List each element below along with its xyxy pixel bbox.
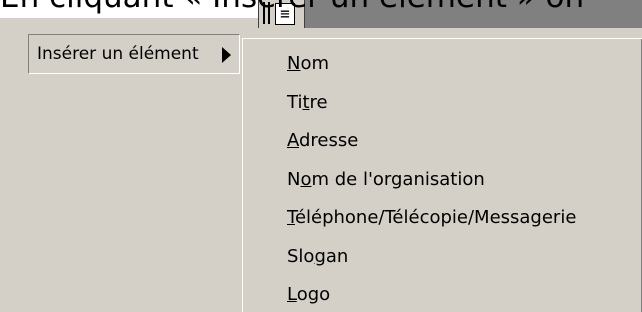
submenu-item[interactable]: Logo — [287, 276, 576, 312]
submenu-item[interactable]: Nom — [287, 45, 576, 84]
menu-item-label: Insérer un élément — [37, 44, 199, 64]
screen: ≡ En cliquant « Insérer un élément » on … — [0, 0, 642, 312]
submenu-item[interactable]: Nom de l'organisation — [287, 161, 576, 200]
document-text: En cliquant « Insérer un élément » on — [0, 0, 642, 14]
submenu-arrow-icon — [222, 47, 231, 63]
insert-element-submenu: Nom Titre Adresse Nom de l'organisation Télé… — [242, 38, 642, 312]
submenu-item[interactable]: Adresse — [287, 122, 576, 161]
submenu-item[interactable]: Slogan — [287, 238, 576, 277]
menu-item-insert-element[interactable]: Insérer un élément — [28, 34, 240, 74]
submenu-list: Nom Titre Adresse Nom de l'organisation Télé… — [287, 45, 576, 312]
submenu-item[interactable]: Téléphone/Télécopie/Messagerie — [287, 199, 576, 238]
submenu-item[interactable]: Titre — [287, 84, 576, 123]
